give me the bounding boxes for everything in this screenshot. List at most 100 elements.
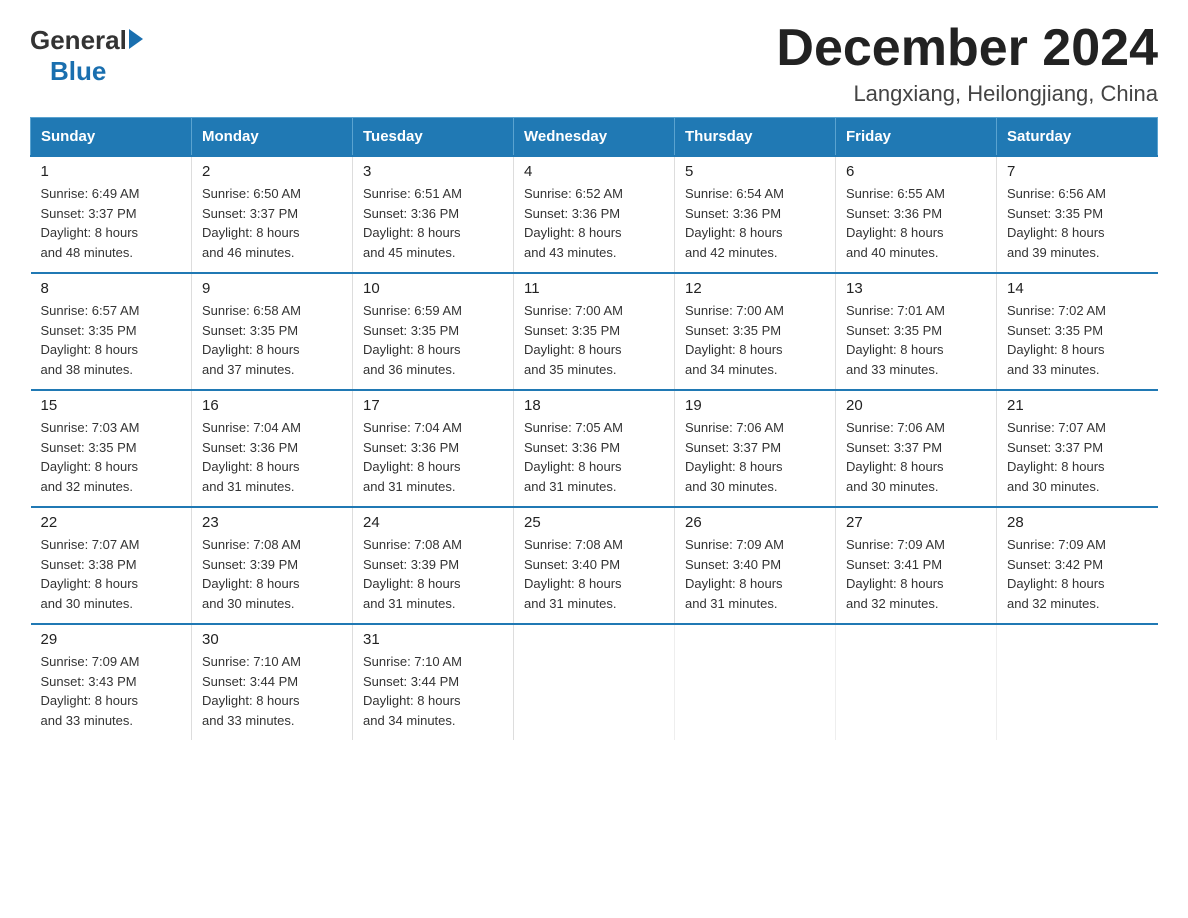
calendar-table: SundayMondayTuesdayWednesdayThursdayFrid…: [30, 117, 1158, 740]
day-info: Sunrise: 7:07 AM Sunset: 3:37 PM Dayligh…: [1007, 418, 1148, 496]
day-number: 10: [363, 280, 503, 297]
logo-arrow-icon: [129, 29, 143, 49]
calendar-cell: 24 Sunrise: 7:08 AM Sunset: 3:39 PM Dayl…: [353, 507, 514, 624]
day-info: Sunrise: 6:51 AM Sunset: 3:36 PM Dayligh…: [363, 184, 503, 262]
calendar-week-4: 22 Sunrise: 7:07 AM Sunset: 3:38 PM Dayl…: [31, 507, 1158, 624]
calendar-cell: 6 Sunrise: 6:55 AM Sunset: 3:36 PM Dayli…: [836, 156, 997, 273]
calendar-cell: 26 Sunrise: 7:09 AM Sunset: 3:40 PM Dayl…: [675, 507, 836, 624]
calendar-cell: 23 Sunrise: 7:08 AM Sunset: 3:39 PM Dayl…: [192, 507, 353, 624]
calendar-week-3: 15 Sunrise: 7:03 AM Sunset: 3:35 PM Dayl…: [31, 390, 1158, 507]
day-number: 25: [524, 514, 664, 531]
weekday-header-tuesday: Tuesday: [353, 118, 514, 157]
day-number: 12: [685, 280, 825, 297]
calendar-cell: 18 Sunrise: 7:05 AM Sunset: 3:36 PM Dayl…: [514, 390, 675, 507]
day-number: 6: [846, 163, 986, 180]
day-info: Sunrise: 6:50 AM Sunset: 3:37 PM Dayligh…: [202, 184, 342, 262]
logo: General Blue: [30, 20, 143, 87]
day-info: Sunrise: 7:09 AM Sunset: 3:41 PM Dayligh…: [846, 535, 986, 613]
calendar-cell: 29 Sunrise: 7:09 AM Sunset: 3:43 PM Dayl…: [31, 624, 192, 740]
day-info: Sunrise: 6:56 AM Sunset: 3:35 PM Dayligh…: [1007, 184, 1148, 262]
day-info: Sunrise: 7:08 AM Sunset: 3:40 PM Dayligh…: [524, 535, 664, 613]
weekday-header-monday: Monday: [192, 118, 353, 157]
page-header: General Blue December 2024 Langxiang, He…: [30, 20, 1158, 107]
calendar-cell: 20 Sunrise: 7:06 AM Sunset: 3:37 PM Dayl…: [836, 390, 997, 507]
day-info: Sunrise: 7:02 AM Sunset: 3:35 PM Dayligh…: [1007, 301, 1148, 379]
calendar-week-5: 29 Sunrise: 7:09 AM Sunset: 3:43 PM Dayl…: [31, 624, 1158, 740]
calendar-cell: 21 Sunrise: 7:07 AM Sunset: 3:37 PM Dayl…: [997, 390, 1158, 507]
day-info: Sunrise: 6:54 AM Sunset: 3:36 PM Dayligh…: [685, 184, 825, 262]
day-number: 3: [363, 163, 503, 180]
title-block: December 2024 Langxiang, Heilongjiang, C…: [776, 20, 1158, 107]
calendar-cell: 7 Sunrise: 6:56 AM Sunset: 3:35 PM Dayli…: [997, 156, 1158, 273]
calendar-week-2: 8 Sunrise: 6:57 AM Sunset: 3:35 PM Dayli…: [31, 273, 1158, 390]
day-info: Sunrise: 7:08 AM Sunset: 3:39 PM Dayligh…: [363, 535, 503, 613]
day-number: 31: [363, 631, 503, 648]
calendar-cell: 11 Sunrise: 7:00 AM Sunset: 3:35 PM Dayl…: [514, 273, 675, 390]
day-info: Sunrise: 7:10 AM Sunset: 3:44 PM Dayligh…: [363, 652, 503, 730]
day-number: 21: [1007, 397, 1148, 414]
day-info: Sunrise: 7:05 AM Sunset: 3:36 PM Dayligh…: [524, 418, 664, 496]
day-number: 22: [41, 514, 182, 531]
calendar-cell: 2 Sunrise: 6:50 AM Sunset: 3:37 PM Dayli…: [192, 156, 353, 273]
day-info: Sunrise: 6:57 AM Sunset: 3:35 PM Dayligh…: [41, 301, 182, 379]
day-number: 2: [202, 163, 342, 180]
day-info: Sunrise: 7:06 AM Sunset: 3:37 PM Dayligh…: [846, 418, 986, 496]
day-number: 7: [1007, 163, 1148, 180]
day-number: 16: [202, 397, 342, 414]
day-info: Sunrise: 6:52 AM Sunset: 3:36 PM Dayligh…: [524, 184, 664, 262]
calendar-cell: 22 Sunrise: 7:07 AM Sunset: 3:38 PM Dayl…: [31, 507, 192, 624]
day-number: 28: [1007, 514, 1148, 531]
calendar-cell: 30 Sunrise: 7:10 AM Sunset: 3:44 PM Dayl…: [192, 624, 353, 740]
day-info: Sunrise: 7:04 AM Sunset: 3:36 PM Dayligh…: [363, 418, 503, 496]
calendar-cell: 19 Sunrise: 7:06 AM Sunset: 3:37 PM Dayl…: [675, 390, 836, 507]
day-number: 14: [1007, 280, 1148, 297]
calendar-cell: 8 Sunrise: 6:57 AM Sunset: 3:35 PM Dayli…: [31, 273, 192, 390]
day-number: 9: [202, 280, 342, 297]
calendar-week-1: 1 Sunrise: 6:49 AM Sunset: 3:37 PM Dayli…: [31, 156, 1158, 273]
calendar-cell: 16 Sunrise: 7:04 AM Sunset: 3:36 PM Dayl…: [192, 390, 353, 507]
day-number: 24: [363, 514, 503, 531]
calendar-cell: 31 Sunrise: 7:10 AM Sunset: 3:44 PM Dayl…: [353, 624, 514, 740]
day-number: 5: [685, 163, 825, 180]
page-title: December 2024: [776, 20, 1158, 77]
day-info: Sunrise: 7:06 AM Sunset: 3:37 PM Dayligh…: [685, 418, 825, 496]
day-number: 18: [524, 397, 664, 414]
calendar-cell: 13 Sunrise: 7:01 AM Sunset: 3:35 PM Dayl…: [836, 273, 997, 390]
day-number: 8: [41, 280, 182, 297]
day-number: 1: [41, 163, 182, 180]
calendar-cell: 25 Sunrise: 7:08 AM Sunset: 3:40 PM Dayl…: [514, 507, 675, 624]
calendar-cell: 4 Sunrise: 6:52 AM Sunset: 3:36 PM Dayli…: [514, 156, 675, 273]
calendar-cell: 9 Sunrise: 6:58 AM Sunset: 3:35 PM Dayli…: [192, 273, 353, 390]
logo-blue: Blue: [50, 56, 106, 87]
calendar-cell: 10 Sunrise: 6:59 AM Sunset: 3:35 PM Dayl…: [353, 273, 514, 390]
calendar-cell: 3 Sunrise: 6:51 AM Sunset: 3:36 PM Dayli…: [353, 156, 514, 273]
calendar-cell: [675, 624, 836, 740]
day-number: 11: [524, 280, 664, 297]
weekday-header-friday: Friday: [836, 118, 997, 157]
day-number: 26: [685, 514, 825, 531]
day-number: 13: [846, 280, 986, 297]
day-info: Sunrise: 7:00 AM Sunset: 3:35 PM Dayligh…: [685, 301, 825, 379]
calendar-cell: [514, 624, 675, 740]
calendar-cell: [997, 624, 1158, 740]
day-info: Sunrise: 7:09 AM Sunset: 3:42 PM Dayligh…: [1007, 535, 1148, 613]
calendar-cell: 12 Sunrise: 7:00 AM Sunset: 3:35 PM Dayl…: [675, 273, 836, 390]
day-number: 23: [202, 514, 342, 531]
day-info: Sunrise: 6:58 AM Sunset: 3:35 PM Dayligh…: [202, 301, 342, 379]
day-info: Sunrise: 6:59 AM Sunset: 3:35 PM Dayligh…: [363, 301, 503, 379]
weekday-header-saturday: Saturday: [997, 118, 1158, 157]
weekday-header-row: SundayMondayTuesdayWednesdayThursdayFrid…: [31, 118, 1158, 157]
day-number: 4: [524, 163, 664, 180]
calendar-cell: 14 Sunrise: 7:02 AM Sunset: 3:35 PM Dayl…: [997, 273, 1158, 390]
day-info: Sunrise: 7:04 AM Sunset: 3:36 PM Dayligh…: [202, 418, 342, 496]
logo-general: General: [30, 25, 127, 56]
day-number: 30: [202, 631, 342, 648]
day-number: 27: [846, 514, 986, 531]
day-info: Sunrise: 7:09 AM Sunset: 3:43 PM Dayligh…: [41, 652, 182, 730]
day-info: Sunrise: 7:07 AM Sunset: 3:38 PM Dayligh…: [41, 535, 182, 613]
calendar-cell: [836, 624, 997, 740]
day-info: Sunrise: 7:03 AM Sunset: 3:35 PM Dayligh…: [41, 418, 182, 496]
day-info: Sunrise: 6:49 AM Sunset: 3:37 PM Dayligh…: [41, 184, 182, 262]
calendar-cell: 27 Sunrise: 7:09 AM Sunset: 3:41 PM Dayl…: [836, 507, 997, 624]
day-info: Sunrise: 7:09 AM Sunset: 3:40 PM Dayligh…: [685, 535, 825, 613]
